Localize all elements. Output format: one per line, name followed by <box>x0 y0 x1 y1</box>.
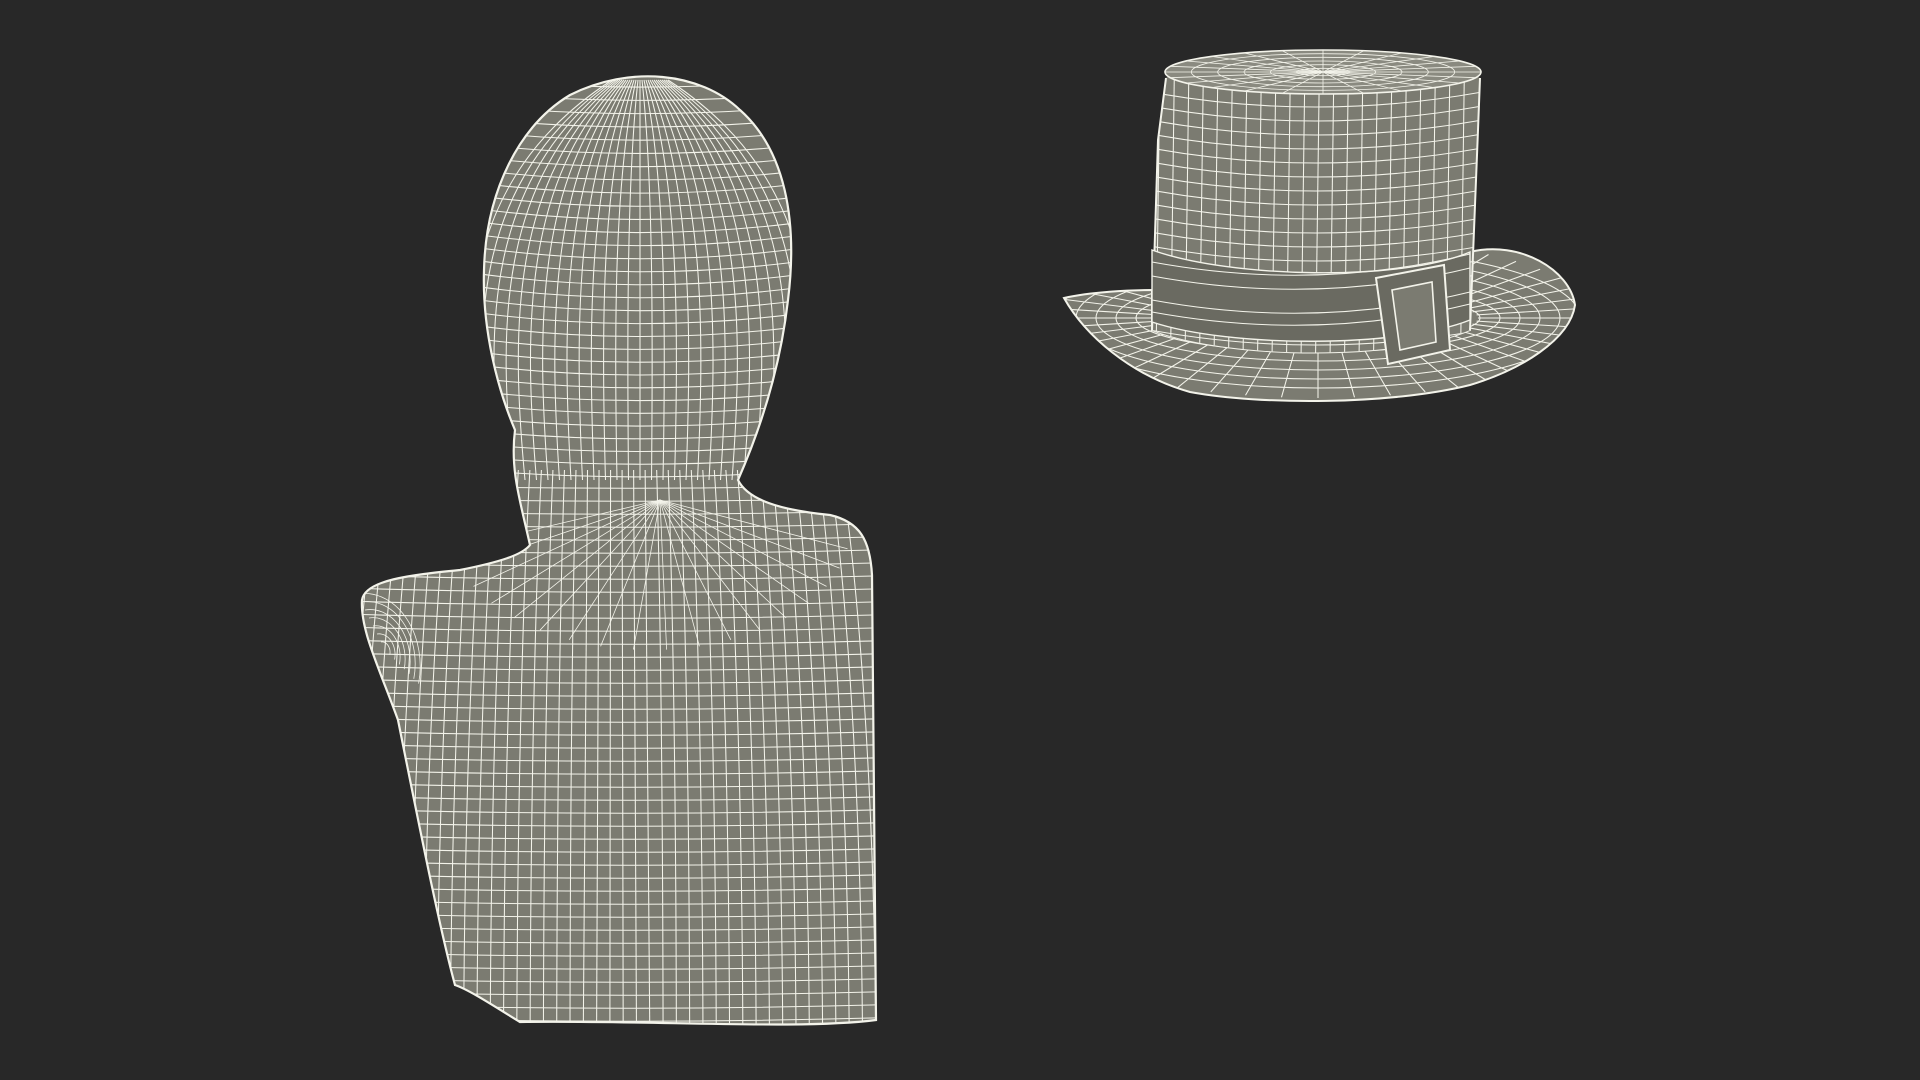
mannequin-bust[interactable] <box>344 67 880 1030</box>
wireframe-scene <box>344 49 1598 1030</box>
hat-top-wireframe <box>1165 50 1481 94</box>
hat-buckle <box>1374 263 1452 366</box>
top-hat-with-buckle[interactable] <box>1038 49 1598 402</box>
3d-viewport[interactable] <box>0 0 1920 1080</box>
